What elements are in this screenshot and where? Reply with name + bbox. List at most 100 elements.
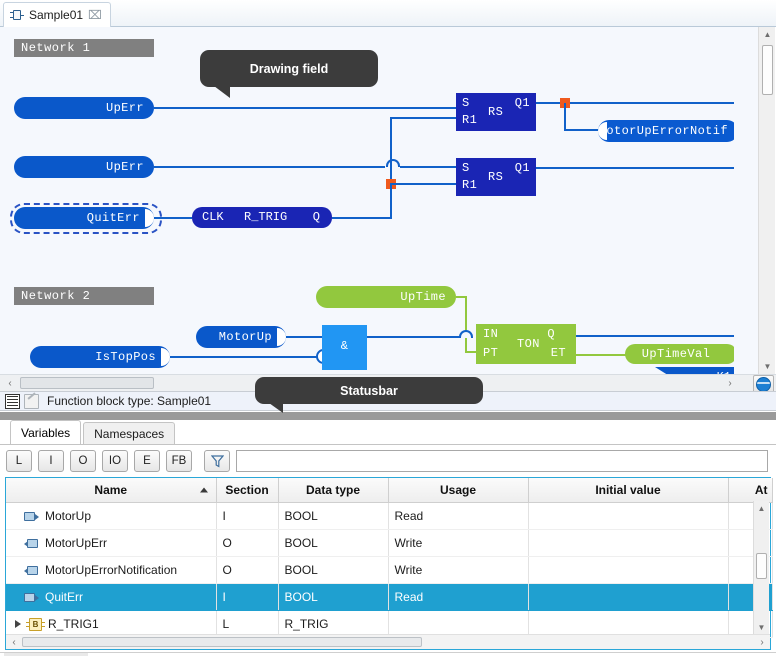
expand-row-icon[interactable] <box>15 620 21 628</box>
rs-block-2-pin-q1: Q1 <box>514 161 530 175</box>
editor-tab-sample01[interactable]: Sample01 ⌧ <box>3 2 111 27</box>
variable-quiterr[interactable]: QuitErr <box>14 207 154 229</box>
function-block-variable-icon: B <box>26 617 45 631</box>
cell-section[interactable]: O <box>216 556 279 584</box>
edit-pencil-icon[interactable] <box>24 393 39 409</box>
variables-filter-input[interactable] <box>236 450 768 472</box>
table-row[interactable]: MotorUp I BOOL Read <box>6 502 773 530</box>
filter-button-o[interactable]: O <box>70 450 96 472</box>
output-motorup-error-notification[interactable]: MotorUpErrorNotif <box>598 120 734 142</box>
table-vscroll-thumb[interactable] <box>756 553 767 579</box>
table-row[interactable]: MotorUpErrorNotification O BOOL Write <box>6 556 773 584</box>
overview-orb-icon <box>756 377 771 392</box>
table-vertical-scrollbar[interactable]: ▲ ▼ <box>753 501 769 634</box>
tab-variables[interactable]: Variables <box>10 420 82 444</box>
variables-filter-bar: L I O IO E FB <box>0 447 776 475</box>
scroll-up-arrow-icon[interactable]: ▲ <box>759 27 775 42</box>
column-header-section[interactable]: Section <box>216 478 279 503</box>
cell-usage[interactable]: Read <box>388 502 529 530</box>
drawing-vscroll-thumb[interactable] <box>762 45 773 95</box>
column-header-at[interactable]: At <box>728 478 773 503</box>
editor-tab-strip: Sample01 ⌧ <box>0 0 776 27</box>
cell-initialvalue[interactable] <box>528 583 729 611</box>
filter-funnel-button[interactable] <box>204 450 230 472</box>
callout-tail <box>269 403 283 413</box>
scroll-left-arrow-icon[interactable]: ‹ <box>2 375 18 391</box>
variable-uperr-1[interactable]: UpErr <box>14 97 154 119</box>
cell-datatype[interactable]: BOOL <box>278 583 389 611</box>
filter-button-fb[interactable]: FB <box>166 450 192 472</box>
rs-block-1[interactable]: S R1 RS Q1 <box>456 93 536 131</box>
callout-drawing-field-label: Drawing field <box>249 61 329 76</box>
callout-drawing-field: Drawing field <box>200 50 378 98</box>
cell-name[interactable]: QuitErr <box>6 583 217 611</box>
wire-istoppos-to-and <box>170 356 318 358</box>
panel-divider[interactable] <box>0 412 776 420</box>
cell-section[interactable]: I <box>216 502 279 530</box>
scroll-down-arrow-icon[interactable]: ▼ <box>759 359 775 374</box>
cell-section[interactable]: O <box>216 529 279 557</box>
column-header-usage[interactable]: Usage <box>388 478 529 503</box>
cell-datatype[interactable]: BOOL <box>278 556 389 584</box>
cell-usage[interactable]: Write <box>388 556 529 584</box>
cell-initialvalue[interactable] <box>528 502 729 530</box>
cell-initialvalue[interactable] <box>528 529 729 557</box>
network-1-label[interactable]: Network 1 <box>14 39 154 57</box>
cell-datatype[interactable]: BOOL <box>278 502 389 530</box>
scroll-up-arrow-icon[interactable]: ▲ <box>754 501 769 515</box>
filter-button-e[interactable]: E <box>134 450 160 472</box>
column-header-datatype[interactable]: Data type <box>278 478 389 503</box>
table-horizontal-scrollbar[interactable]: ‹ › <box>6 634 770 649</box>
filter-button-i[interactable]: I <box>38 450 64 472</box>
variable-name-label: QuitErr <box>45 590 84 604</box>
variable-istoppos[interactable]: IsTopPos <box>30 346 170 368</box>
flag-k1[interactable]: K1 <box>655 367 734 374</box>
table-hscroll-thumb[interactable] <box>22 637 422 647</box>
table-row[interactable]: QuitErr I BOOL Read <box>6 583 773 611</box>
cell-section[interactable]: I <box>216 583 279 611</box>
drawing-field[interactable]: Network 1 UpErr S R1 RS Q1 MotorUpErrorN… <box>0 27 776 374</box>
scroll-right-arrow-icon[interactable]: › <box>755 635 769 649</box>
variables-panel-tabs: Variables Namespaces <box>8 420 176 444</box>
ton-block[interactable]: IN PT TON Q ET <box>476 324 576 364</box>
cell-name[interactable]: MotorUpErr <box>6 529 217 557</box>
cell-initialvalue[interactable] <box>528 556 729 584</box>
callout-statusbar: Statusbar <box>255 377 483 413</box>
cell-name[interactable]: MotorUp <box>6 502 217 530</box>
filter-button-io[interactable]: IO <box>102 450 128 472</box>
variable-uptime[interactable]: UpTime <box>316 286 456 308</box>
drawing-vertical-scrollbar[interactable]: ▲ ▼ <box>758 27 775 374</box>
and-block[interactable]: & <box>322 325 367 370</box>
table-row[interactable]: MotorUpErr O BOOL Write <box>6 529 773 557</box>
cell-usage[interactable]: Write <box>388 529 529 557</box>
cell-usage[interactable]: Read <box>388 583 529 611</box>
filter-button-io-label: IO <box>108 455 122 467</box>
r-trig-name: R_TRIG <box>244 210 288 224</box>
scroll-down-arrow-icon[interactable]: ▼ <box>754 620 769 634</box>
wire-branch-down-to-trig <box>390 183 392 217</box>
callout-statusbar-label: Statusbar <box>340 383 398 398</box>
r-trig-block[interactable]: CLK R_TRIG Q <box>192 207 332 228</box>
cell-name[interactable]: MotorUpErrorNotification <box>6 556 217 584</box>
filter-funnel-icon <box>210 454 224 468</box>
rs-block-2[interactable]: S R1 RS Q1 <box>456 158 536 196</box>
cell-datatype[interactable]: BOOL <box>278 529 389 557</box>
column-header-name-label: Name <box>94 483 128 497</box>
tab-namespaces[interactable]: Namespaces <box>83 422 176 444</box>
column-header-initialvalue[interactable]: Initial value <box>528 478 729 503</box>
network-2-label[interactable]: Network 2 <box>14 287 154 305</box>
rs-block-2-name: RS <box>488 170 504 184</box>
column-header-name[interactable]: Name <box>6 478 217 503</box>
statusbar-text: Function block type: Sample01 <box>47 394 212 408</box>
variable-uperr-2[interactable]: UpErr <box>14 156 154 178</box>
variables-table[interactable]: Name Section Data type Usage Initial val… <box>5 477 773 650</box>
tab-variables-label: Variables <box>21 425 71 440</box>
scroll-right-arrow-icon[interactable]: › <box>722 375 738 391</box>
filter-button-l[interactable]: L <box>6 450 32 472</box>
list-view-icon[interactable] <box>5 393 20 409</box>
variable-uptimeval[interactable]: UpTimeVal <box>625 344 734 364</box>
close-icon[interactable]: ⌧ <box>88 9 102 21</box>
drawing-hscroll-thumb[interactable] <box>20 377 154 389</box>
variable-motorup[interactable]: MotorUp <box>196 326 286 348</box>
scroll-left-arrow-icon[interactable]: ‹ <box>7 635 21 649</box>
